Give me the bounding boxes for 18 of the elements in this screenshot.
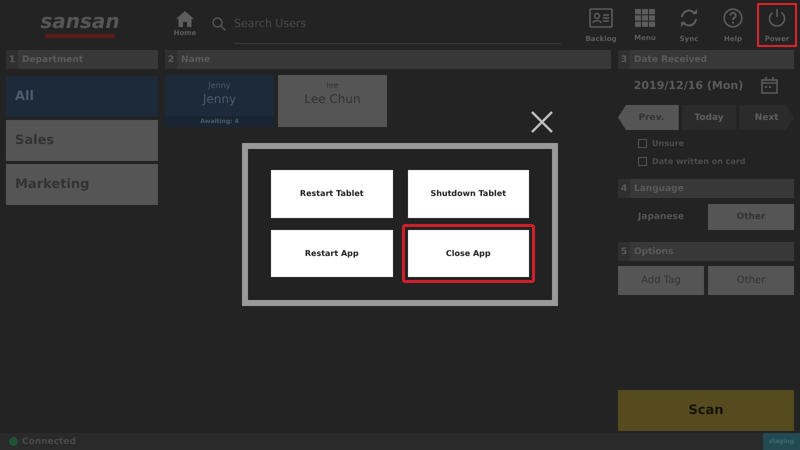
checkbox[interactable]: [638, 139, 647, 148]
power-icon: [767, 8, 787, 28]
sync-icon: [678, 8, 700, 28]
checkbox[interactable]: [638, 157, 647, 166]
contact-card-icon: [589, 8, 613, 28]
grid-icon: [635, 8, 655, 26]
house-icon: [176, 11, 194, 27]
dialog-button[interactable]: Restart Tablet: [271, 170, 392, 218]
dialog-button[interactable]: Restart App: [271, 230, 392, 277]
connection-dot: [9, 437, 18, 446]
dialog-button[interactable]: Close App: [402, 224, 535, 283]
close-button[interactable]: [530, 110, 554, 134]
scan-button[interactable]: Scan: [618, 390, 794, 431]
calendar-icon[interactable]: [761, 77, 778, 94]
help-icon: [723, 8, 743, 28]
dialog-button[interactable]: Shutdown Tablet: [408, 170, 529, 218]
logo-underline: [45, 34, 115, 38]
search-icon: [212, 17, 226, 31]
